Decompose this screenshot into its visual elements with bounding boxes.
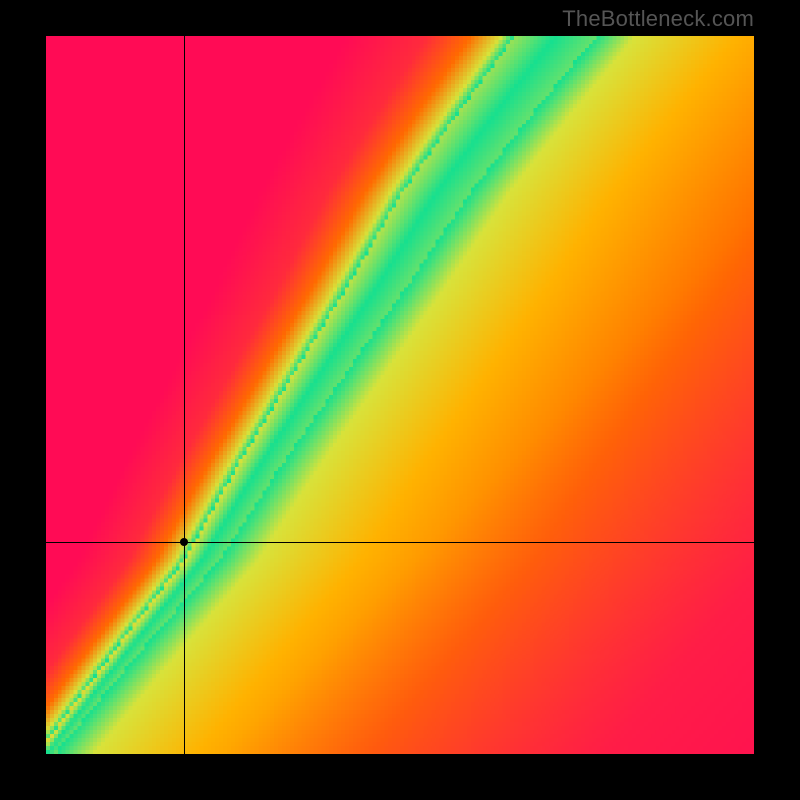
chart-frame: TheBottleneck.com: [0, 0, 800, 800]
heatmap-canvas: [46, 36, 754, 754]
plot-area: [46, 36, 754, 754]
watermark-text: TheBottleneck.com: [562, 6, 754, 32]
